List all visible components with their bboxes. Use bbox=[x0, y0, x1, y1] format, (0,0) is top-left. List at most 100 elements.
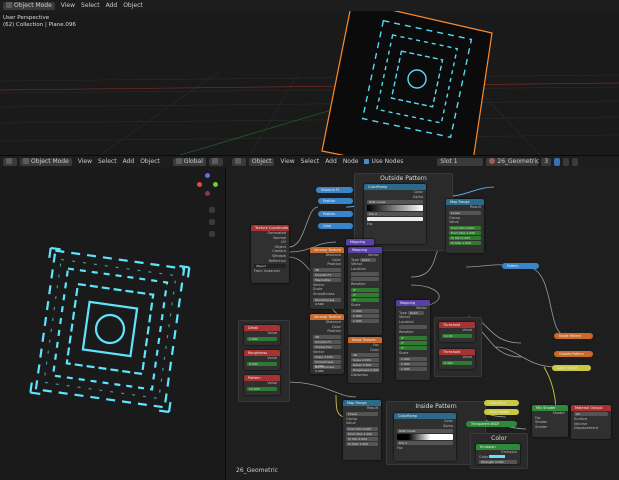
node-pattern[interactable]: Pattern Value 14.000 bbox=[244, 375, 280, 395]
reroute-position-1[interactable]: Position bbox=[318, 198, 353, 204]
reroute-color-dodge[interactable]: Color Dodge bbox=[484, 409, 519, 415]
top-menu-select[interactable]: Select bbox=[81, 2, 100, 9]
node-voronoi-2[interactable]: Voronoi Texture Distance Color Position … bbox=[310, 314, 344, 374]
mapping2-rot-x[interactable]: 0° bbox=[399, 335, 427, 340]
voronoi1-metric[interactable]: Manhattan bbox=[313, 277, 341, 282]
reroute-position-2[interactable]: Position bbox=[318, 211, 353, 217]
use-nodes-toggle[interactable]: Use Nodes bbox=[361, 158, 406, 166]
colorramp-bot-mode[interactable]: RGB Linear bbox=[397, 429, 453, 434]
top-menu-add[interactable]: Add bbox=[106, 2, 118, 9]
left-editor-type[interactable] bbox=[3, 157, 17, 166]
hand-icon[interactable] bbox=[209, 219, 215, 225]
node-threshold-1[interactable]: Threshold Value 0.130 bbox=[439, 322, 475, 342]
node-maprange-top[interactable]: Map Range Result Linear Clamp Value From… bbox=[446, 199, 484, 253]
node-mapping-2[interactable]: Mapping Vector Type Point Vector Locatio… bbox=[396, 300, 430, 380]
gizmo-z-icon[interactable] bbox=[205, 173, 210, 178]
voronoi1-feature[interactable]: Smooth F1 bbox=[313, 272, 341, 277]
reroute-color-burn[interactable]: Color Burn bbox=[484, 400, 519, 406]
node-menu-add[interactable]: Add bbox=[325, 158, 337, 165]
node-mix-shader[interactable]: Mix Shader Shader Fac Shader Shader bbox=[532, 405, 568, 437]
reroute-transparent-bsdf[interactable]: Transparent BSDF bbox=[466, 421, 517, 427]
maprange-bot-to-max[interactable]: To Max 1.000 bbox=[346, 441, 378, 446]
node-threshold-2[interactable]: Threshold Value 0.400 bbox=[439, 349, 475, 369]
voronoi2-metric[interactable]: Chebychev bbox=[313, 344, 341, 349]
left-menu-view[interactable]: View bbox=[78, 158, 92, 165]
voronoi2-smoothness[interactable]: Smoothness 0.000 bbox=[313, 360, 341, 368]
voronoi2-scale[interactable]: Scale 4.500 bbox=[313, 355, 341, 360]
mapping1-loc-y[interactable] bbox=[351, 277, 379, 282]
node-noise[interactable]: Noise Texture Fac Color 3D Scale 2.000 D… bbox=[348, 337, 382, 383]
colorramp-top-swatch[interactable] bbox=[367, 217, 423, 222]
gizmo-neg-x-icon[interactable] bbox=[205, 191, 210, 196]
mapping2-loc-x[interactable] bbox=[399, 325, 427, 330]
node-texcoord[interactable]: Texture Coordinate Generated Normal UV O… bbox=[251, 225, 289, 283]
mapping2-scale-z[interactable]: 1.000 bbox=[399, 366, 427, 371]
reroute-color[interactable]: Color bbox=[318, 223, 353, 229]
maprange-top-to-max[interactable]: To Max 1.000 bbox=[449, 240, 481, 245]
node-mapping-top[interactable]: Mapping bbox=[346, 239, 374, 246]
node-colorramp-bottom[interactable]: ColorRamp Color Alpha RGB Linear Pos 1 F… bbox=[394, 413, 456, 461]
snap-toggle[interactable] bbox=[208, 157, 223, 166]
reroute-inside-pattern[interactable]: Inside Pattern bbox=[554, 333, 593, 339]
threshold1-value[interactable]: 0.130 bbox=[442, 333, 472, 338]
unlink-material-icon[interactable] bbox=[572, 157, 579, 166]
mapping2-scale-x[interactable]: 1.000 bbox=[399, 356, 427, 361]
copy-material-icon[interactable] bbox=[563, 157, 570, 166]
node-mapping-1[interactable]: Mapping Vector Type Point Vector Locatio… bbox=[348, 247, 382, 335]
mapping1-scale-y[interactable]: 1.000 bbox=[351, 313, 379, 318]
threshold2-value[interactable]: 0.400 bbox=[442, 360, 472, 365]
reroute-distance-f1[interactable]: Distance F1 bbox=[316, 187, 353, 193]
material-select[interactable]: 26_Geometric bbox=[486, 157, 539, 166]
mapping1-loc-x[interactable] bbox=[351, 272, 379, 277]
pattern-value[interactable]: 14.000 bbox=[247, 386, 277, 391]
mapping2-scale-y[interactable]: 1.000 bbox=[399, 361, 427, 366]
node-material-output[interactable]: Material Output All Surface Volume Displ… bbox=[571, 405, 611, 439]
top-viewport[interactable]: User Perspective (62) Collection | Plane… bbox=[0, 11, 619, 155]
node-voronoi-1[interactable]: Voronoi Texture Distance Color Position … bbox=[310, 247, 344, 309]
mapping1-scale-x[interactable]: 1.000 bbox=[351, 308, 379, 313]
mapping1-type[interactable]: Point bbox=[360, 257, 377, 262]
slot-select[interactable]: Slot 1 bbox=[437, 157, 484, 166]
noise-detail[interactable]: Detail 0.000 bbox=[351, 363, 379, 368]
noise-scale[interactable]: Scale 2.000 bbox=[351, 358, 379, 363]
colorramp-bot-gradient[interactable] bbox=[397, 434, 453, 441]
maprange-top-from-min[interactable]: From Min 0.000 bbox=[449, 225, 481, 230]
left-viewport[interactable] bbox=[0, 167, 225, 480]
mapping2-type[interactable]: Point bbox=[408, 310, 425, 315]
emission-color[interactable]: Color bbox=[476, 455, 520, 460]
node-menu-view[interactable]: View bbox=[280, 158, 294, 165]
left-menu-add[interactable]: Add bbox=[123, 158, 135, 165]
camera-icon[interactable] bbox=[209, 231, 215, 237]
emission-strength[interactable]: Strength 4.000 bbox=[479, 460, 517, 465]
mapping1-rot-x[interactable]: 0° bbox=[351, 287, 379, 292]
top-menu-view[interactable]: View bbox=[61, 2, 75, 9]
zoom-icon[interactable] bbox=[209, 207, 215, 213]
node-detail[interactable]: Detail Value 1.000 bbox=[244, 325, 280, 345]
voronoi2-dim[interactable]: 3D bbox=[313, 334, 341, 339]
colorramp-top-gradient[interactable] bbox=[367, 205, 423, 212]
maprange-top-to-min[interactable]: To Min 0.000 bbox=[449, 235, 481, 240]
material-users-count[interactable]: 3 bbox=[541, 157, 552, 166]
gizmo-y-icon[interactable] bbox=[213, 182, 218, 187]
emission-color-swatch[interactable] bbox=[489, 455, 506, 459]
mapping1-rot-z[interactable]: 0° bbox=[351, 297, 379, 302]
node-editor[interactable]: Outside Pattern ColorRamp Color Alpha RG… bbox=[226, 167, 619, 480]
texcoord-instancer[interactable]: From Instancer bbox=[251, 269, 289, 274]
left-menu-object[interactable]: Object bbox=[140, 158, 160, 165]
node-menu-node[interactable]: Node bbox=[343, 158, 359, 165]
mapping1-rot-y[interactable]: 0° bbox=[351, 292, 379, 297]
voronoi2-randomness[interactable]: Randomness 0.000 bbox=[313, 365, 341, 373]
top-menu-object[interactable]: Object bbox=[123, 2, 143, 9]
mapping1-scale-z[interactable]: 1.000 bbox=[351, 318, 379, 323]
maprange-bot-interp[interactable]: Linear bbox=[346, 411, 378, 416]
texcoord-object-field[interactable]: Object bbox=[254, 264, 286, 269]
orientation-select[interactable]: Global bbox=[172, 157, 206, 166]
noise-dim[interactable]: 3D bbox=[351, 353, 379, 358]
mapping2-rot-y[interactable]: 0° bbox=[399, 340, 427, 345]
node-roughness[interactable]: Roughness Value 0.500 bbox=[244, 350, 280, 370]
node-maprange-bottom[interactable]: Map Range Result Linear Clamp Value From… bbox=[343, 400, 381, 460]
detail-value[interactable]: 1.000 bbox=[247, 336, 277, 341]
node-menu-select[interactable]: Select bbox=[301, 158, 320, 165]
top-mode-select[interactable]: Object Mode bbox=[3, 1, 55, 10]
gizmo-x-icon[interactable] bbox=[197, 182, 202, 187]
